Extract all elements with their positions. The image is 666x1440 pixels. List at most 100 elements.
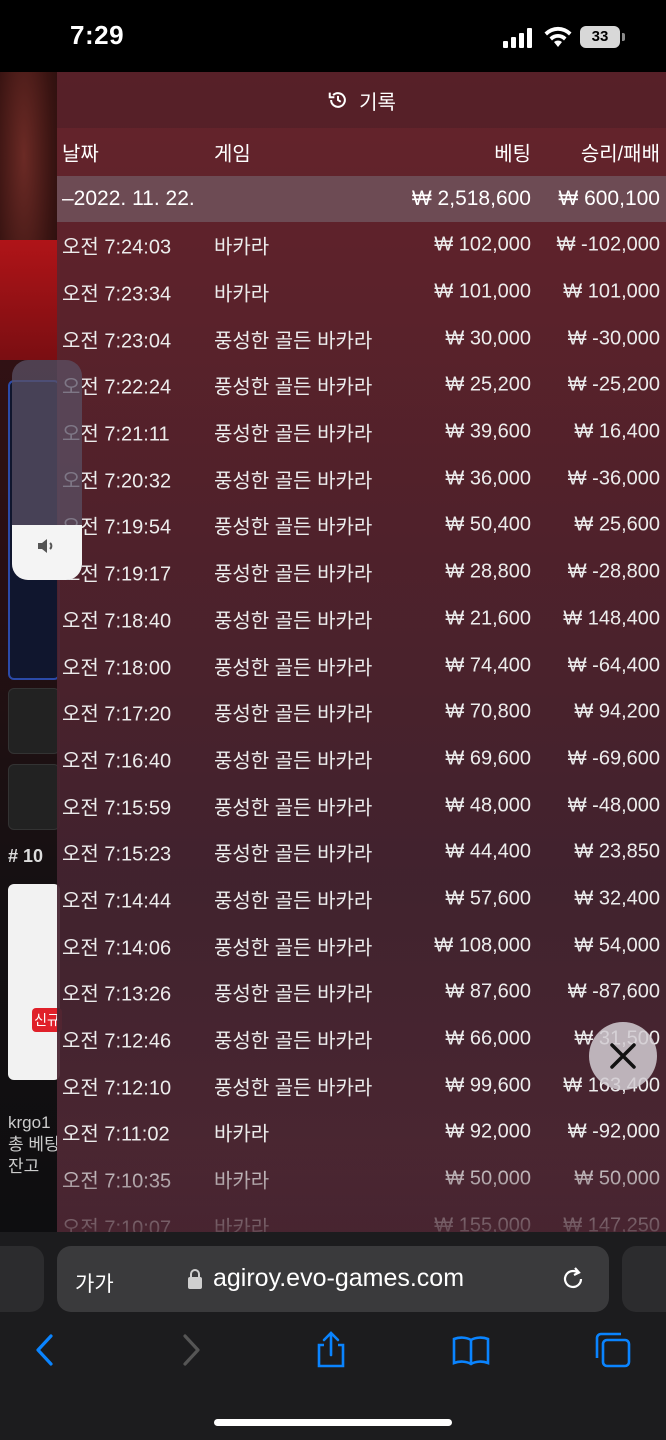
row-winloss: ₩ -36,000 — [567, 467, 660, 490]
table-header: 날짜 게임 베팅 승리/패배 — [57, 128, 666, 176]
status-time: 7:29 — [70, 20, 125, 50]
address-bar[interactable]: 가가 agiroy.evo-games.com — [57, 1246, 609, 1312]
book-icon[interactable] — [451, 1330, 491, 1370]
row-winloss: ₩ 54,000 — [574, 934, 660, 957]
url-text: agiroy.evo-games.com — [213, 1264, 465, 1292]
history-row[interactable]: 오전 7:13:26 풍성한 골든 바카라 ₩ 87,600 ₩ -87,600 — [57, 969, 666, 1016]
history-row[interactable]: 오전 7:19:54 풍성한 골든 바카라 ₩ 50,400 ₩ 25,600 — [57, 502, 666, 549]
row-bet: ₩ 48,000 — [445, 794, 531, 817]
close-button[interactable] — [589, 1022, 657, 1090]
row-game: 풍성한 골든 바카라 — [214, 703, 373, 726]
share-icon[interactable] — [311, 1330, 351, 1370]
reload-icon[interactable] — [559, 1265, 587, 1293]
row-winloss: ₩ 101,000 — [563, 280, 660, 303]
row-winloss: ₩ -69,600 — [567, 747, 660, 770]
row-game: 바카라 — [214, 1123, 270, 1146]
row-time: 오전 7:24:03 — [62, 236, 172, 259]
forward-chevron-icon[interactable] — [170, 1330, 210, 1370]
history-row[interactable]: 오전 7:16:40 풍성한 골든 바카라 ₩ 69,600 ₩ -69,600 — [57, 736, 666, 783]
row-bet: ₩ 44,400 — [445, 840, 531, 863]
history-row[interactable]: 오전 7:15:23 풍성한 골든 바카라 ₩ 44,400 ₩ 23,850 — [57, 829, 666, 876]
history-row[interactable]: 오전 7:18:40 풍성한 골든 바카라 ₩ 21,600 ₩ 148,400 — [57, 596, 666, 643]
row-bet: ₩ 66,000 — [445, 1027, 531, 1050]
history-row[interactable]: 오전 7:12:46풍성한 골든 바카라₩ 66,000₩ 31,500 — [57, 1016, 666, 1063]
date-summary-row[interactable]: –2022. 11. 22. ₩ 2,518,600 ₩ 600,100 — [57, 176, 666, 222]
close-icon — [610, 1043, 636, 1069]
column-bet: 베팅 — [494, 143, 531, 166]
row-winloss: ₩ -92,000 — [567, 1120, 660, 1143]
row-game: 풍성한 골든 바카라 — [214, 1077, 373, 1100]
row-time: 오전 7:18:40 — [62, 610, 172, 633]
history-row[interactable]: 오전 7:18:00 풍성한 골든 바카라 ₩ 74,400 ₩ -64,400 — [57, 642, 666, 689]
row-game: 풍성한 골든 바카라 — [214, 843, 373, 866]
history-row[interactable]: 오전 7:19:17 풍성한 골든 바카라 ₩ 28,800 ₩ -28,800 — [57, 549, 666, 596]
volume-slider[interactable] — [12, 360, 82, 580]
row-winloss: ₩ 147,250 — [563, 1214, 660, 1232]
row-winloss: ₩ -87,600 — [567, 980, 660, 1003]
history-row[interactable]: 오전 7:24:03 바카라 ₩ 102,000 ₩ -102,000 — [57, 222, 666, 269]
row-time: 오전 7:10:35 — [62, 1170, 172, 1193]
row-time: 오전 7:12:10 — [62, 1077, 172, 1100]
row-winloss: ₩ 148,400 — [563, 607, 660, 630]
row-game: 바카라 — [214, 283, 270, 306]
home-indicator — [214, 1419, 452, 1426]
history-row[interactable]: 오전 7:14:44 풍성한 골든 바카라 ₩ 57,600 ₩ 32,400 — [57, 876, 666, 923]
history-row[interactable]: 오전 7:15:59 풍성한 골든 바카라 ₩ 48,000 ₩ -48,000 — [57, 782, 666, 829]
row-winloss: ₩ -30,000 — [567, 327, 660, 350]
history-row[interactable]: 오전 7:10:07 바카라 ₩ 155,000 ₩ 147,250 — [57, 1202, 666, 1232]
row-bet: ₩ 102,000 — [434, 233, 531, 256]
row-winloss: ₩ 25,600 — [574, 513, 660, 536]
row-winloss: ₩ 50,000 — [574, 1167, 660, 1190]
row-time: 오전 7:18:00 — [62, 657, 172, 680]
history-row[interactable]: 오전 7:23:34 바카라 ₩ 101,000 ₩ 101,000 — [57, 269, 666, 316]
wifi-icon — [544, 26, 572, 47]
summary-date: –2022. 11. 22. — [62, 187, 195, 210]
row-game: 풍성한 골든 바카라 — [214, 470, 373, 493]
row-bet: ₩ 50,000 — [445, 1167, 531, 1190]
history-icon — [328, 92, 346, 108]
rank-label: # 10 — [8, 846, 44, 866]
tabs-icon[interactable] — [593, 1330, 633, 1370]
balance-label: 잔고 — [8, 1157, 40, 1176]
row-game: 풍성한 골든 바카라 — [214, 750, 373, 773]
row-game: 풍성한 골든 바카라 — [214, 563, 373, 586]
row-time: 오전 7:15:23 — [62, 843, 172, 866]
column-date: 날짜 — [62, 143, 99, 166]
cellular-signal-icon — [503, 28, 532, 48]
lock-icon — [188, 1269, 202, 1289]
summary-winloss: ₩ 600,100 — [558, 187, 660, 210]
row-game: 풍성한 골든 바카라 — [214, 423, 373, 446]
text-size-button[interactable]: 가가 — [75, 1268, 114, 1298]
row-bet: ₩ 25,200 — [445, 373, 531, 396]
summary-bet: ₩ 2,518,600 — [411, 187, 531, 210]
history-row[interactable]: 오전 7:22:24 풍성한 골든 바카라 ₩ 25,200 ₩ -25,200 — [57, 362, 666, 409]
history-row[interactable]: 오전 7:17:20 풍성한 골든 바카라 ₩ 70,800 ₩ 94,200 — [57, 689, 666, 736]
row-bet: ₩ 50,400 — [445, 513, 531, 536]
row-game: 풍성한 골든 바카라 — [214, 937, 373, 960]
row-bet: ₩ 99,600 — [445, 1074, 531, 1097]
previous-tab[interactable] — [0, 1246, 44, 1312]
history-row[interactable]: 오전 7:14:06 풍성한 골든 바카라 ₩ 108,000 ₩ 54,000 — [57, 922, 666, 969]
history-row[interactable]: 오전 7:23:04 풍성한 골든 바카라 ₩ 30,000 ₩ -30,000 — [57, 315, 666, 362]
row-bet: ₩ 108,000 — [434, 934, 531, 957]
row-bet: ₩ 74,400 — [445, 654, 531, 677]
row-bet: ₩ 87,600 — [445, 980, 531, 1003]
row-bet: ₩ 36,000 — [445, 467, 531, 490]
row-bet: ₩ 92,000 — [445, 1120, 531, 1143]
history-row[interactable]: 오전 7:11:02 바카라 ₩ 92,000 ₩ -92,000 — [57, 1109, 666, 1156]
status-bar: 7:29 33 — [0, 0, 666, 72]
row-time: 오전 7:10:07 — [62, 1217, 172, 1232]
history-row[interactable]: 오전 7:20:32 풍성한 골든 바카라 ₩ 36,000 ₩ -36,000 — [57, 455, 666, 502]
speaker-icon — [38, 539, 53, 553]
history-row[interactable]: 오전 7:21:11 풍성한 골든 바카라 ₩ 39,600 ₩ 16,400 — [57, 409, 666, 456]
history-row[interactable]: 오전 7:12:10풍성한 골든 바카라₩ 99,600₩ 163,400 — [57, 1062, 666, 1109]
row-game: 풍성한 골든 바카라 — [214, 376, 373, 399]
next-tab[interactable] — [622, 1246, 666, 1312]
back-chevron-icon[interactable] — [26, 1330, 66, 1370]
background-button — [8, 688, 60, 754]
scoreboard-thumbnail — [8, 884, 60, 1080]
row-winloss: ₩ 23,850 — [574, 840, 660, 863]
row-game: 풍성한 골든 바카라 — [214, 657, 373, 680]
history-row[interactable]: 오전 7:10:35 바카라 ₩ 50,000 ₩ 50,000 — [57, 1156, 666, 1203]
row-game: 풍성한 골든 바카라 — [214, 890, 373, 913]
